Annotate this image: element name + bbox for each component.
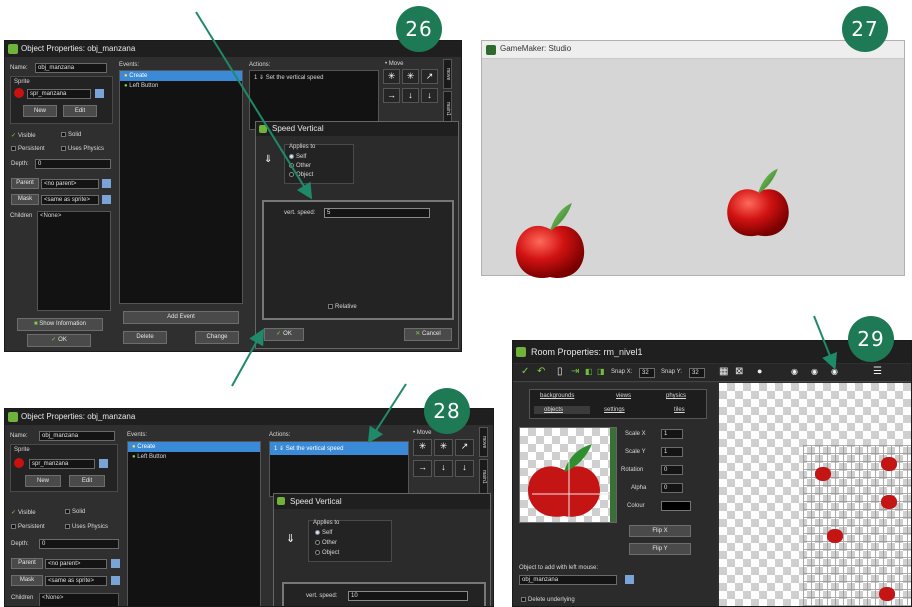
arrow-to-room-toolbar (813, 315, 837, 370)
step-badge-26: 26 (396, 6, 442, 52)
annotation-arrows (195, 11, 837, 444)
arrow-to-ok-button (231, 328, 264, 387)
step-badge-29: 29 (848, 316, 894, 362)
step-badge-28: 28 (424, 388, 470, 434)
arrow-to-action-item (367, 383, 407, 444)
step-badge-27: 27 (842, 6, 888, 52)
arrow-to-vert-speed (195, 11, 313, 200)
